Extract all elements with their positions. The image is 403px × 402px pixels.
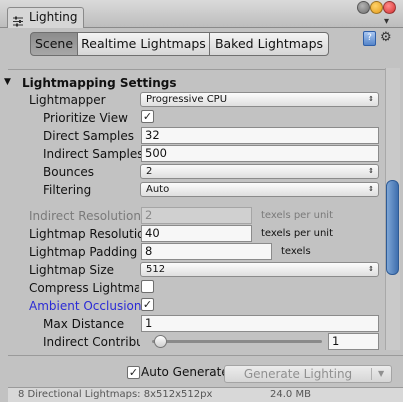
window-maximize-button[interactable] [383,1,396,14]
dropdown-arrow-icon: ⇕ [368,265,374,273]
bounces-label: Bounces [43,165,95,179]
filtering-label: Filtering [43,183,92,197]
checkmark-icon: ✓ [142,110,153,123]
filtering-dropdown[interactable]: Auto ⇕ [140,182,379,197]
compress-lightmaps-checkbox[interactable] [141,280,154,293]
compress-lightmaps-label: Compress Lightmaps [29,281,139,295]
generate-lighting-label: Generate Lighting [243,367,353,381]
foldout-arrow-icon[interactable]: ▼ [4,77,11,87]
ambient-occlusion-label: Ambient Occlusion [29,299,142,313]
tab-title: Lighting [29,10,78,24]
gear-icon[interactable]: ⚙ [380,30,392,45]
lightmap-size-value: 512 [146,264,166,275]
dropdown-arrow-icon: ⇕ [368,95,374,103]
lightmap-padding-unit: texels [281,246,311,257]
lightmap-padding-field[interactable]: 8 [141,243,272,260]
dropdown-arrow-icon: ⇕ [368,167,374,175]
lightmap-info-text: 8 Directional Lightmaps: 8x512x512px [18,389,213,400]
lightmap-info-size: 24.0 MB [270,389,311,400]
section-header-lightmapping-settings[interactable]: ▼ Lightmapping Settings [4,76,177,90]
ambient-occlusion-checkbox[interactable]: ✓ [141,298,154,311]
indirect-samples-field[interactable]: 500 [141,145,379,162]
tab-lighting[interactable]: Lighting [7,7,84,28]
indirect-contribution-field[interactable]: 1 [328,333,379,350]
direct-samples-field[interactable]: 32 [141,127,379,144]
max-distance-field[interactable]: 1 [141,315,379,332]
lightmapper-value: Progressive CPU [146,94,228,105]
max-distance-label: Max Distance [43,317,125,331]
divider [8,355,403,356]
lightmap-size-label: Lightmap Size [29,263,115,277]
section-title: Lightmapping Settings [22,76,177,90]
lightmapper-dropdown[interactable]: Progressive CPU ⇕ [140,92,379,107]
window-close-button[interactable] [357,1,370,14]
divider [8,69,386,70]
tab-realtime-lightmaps[interactable]: Realtime Lightmaps [77,32,210,56]
auto-generate-checkbox[interactable]: ✓ [127,366,140,379]
lightmap-resolution-field[interactable]: 40 [141,225,252,242]
button-separator [371,368,372,380]
indirect-resolution-unit: texels per unit [261,210,333,221]
generate-lighting-button: Generate Lighting ▼ [224,365,392,383]
lighting-window-icon [13,12,23,27]
lightmap-padding-label: Lightmap Padding [29,245,138,259]
prioritize-view-label: Prioritize View [43,111,128,125]
lightmap-resolution-unit: texels per unit [261,228,333,239]
indirect-resolution-label: Indirect Resolution [29,209,141,223]
chevron-down-icon: ▼ [378,369,385,378]
filtering-value: Auto [146,184,170,195]
lightmap-size-dropdown[interactable]: 512 ⇕ [140,262,379,277]
indirect-contribution-slider-thumb[interactable] [154,335,167,348]
help-book-icon[interactable]: ? [363,31,376,46]
lightmap-info-panel: 8 Directional Lightmaps: 8x512x512px 24.… [8,387,403,402]
indirect-contribution-slider-track[interactable] [152,340,322,343]
direct-samples-label: Direct Samples [43,129,134,143]
window-minimize-button[interactable] [370,1,383,14]
tab-scene[interactable]: Scene [30,32,78,56]
checkmark-icon: ✓ [128,366,139,379]
bounces-value: 2 [146,166,153,177]
indirect-resolution-field: 2 [141,207,252,224]
dropdown-arrow-icon: ⇕ [368,185,374,193]
tab-baked-lightmaps[interactable]: Baked Lightmaps [209,32,329,56]
scrollbar-thumb[interactable] [386,180,399,275]
auto-generate-label: Auto Generate [141,365,229,379]
window-menu-icon[interactable]: ▾ [384,16,389,27]
indirect-samples-label: Indirect Samples [43,147,144,161]
prioritize-view-checkbox[interactable]: ✓ [141,110,154,123]
lightmapper-label: Lightmapper [29,93,106,107]
bounces-dropdown[interactable]: 2 ⇕ [140,164,379,179]
lightmap-resolution-label: Lightmap Resolution [29,227,153,241]
checkmark-icon: ✓ [142,298,153,311]
indirect-contribution-label: Indirect Contribut [43,335,140,349]
